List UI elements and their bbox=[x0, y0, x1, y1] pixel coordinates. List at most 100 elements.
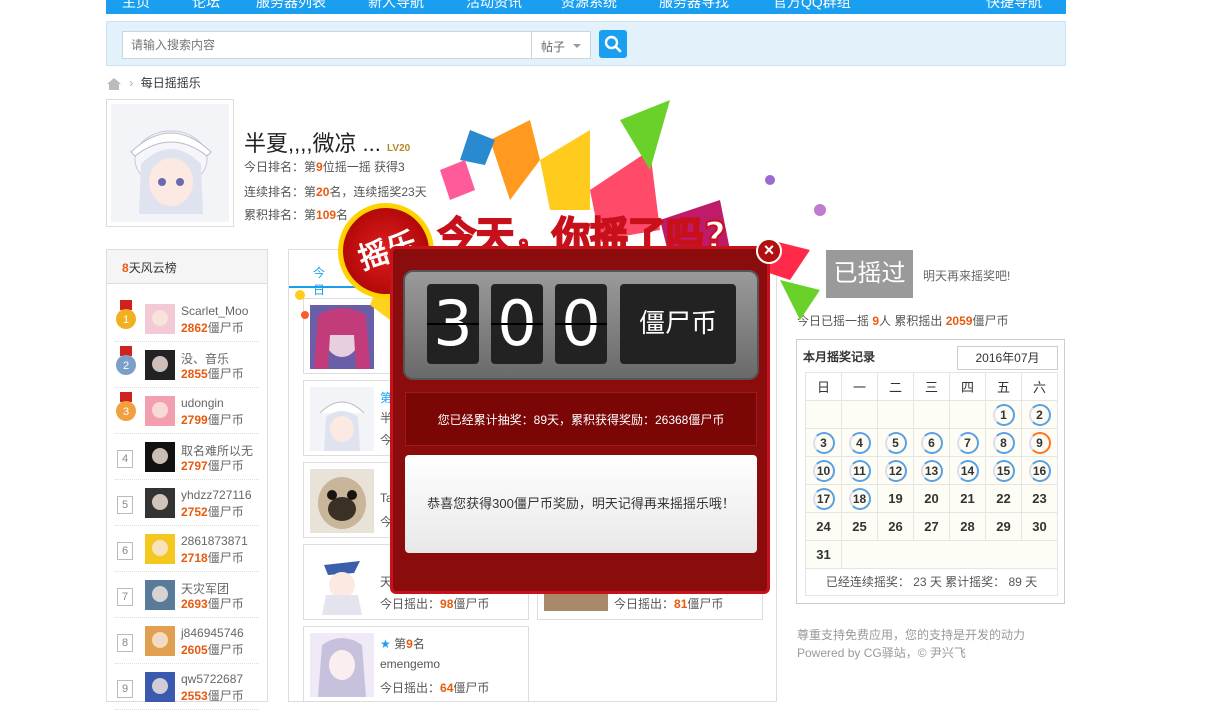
shaken-mark-icon: 5 bbox=[884, 431, 907, 454]
leaderboard-item[interactable]: 3 udongin 2799僵尸币 bbox=[107, 388, 267, 434]
calendar-day[interactable]: 12 bbox=[877, 456, 914, 485]
calendar-day[interactable]: 22 bbox=[985, 484, 1022, 513]
calendar-day[interactable]: 28 bbox=[949, 512, 986, 541]
home-icon[interactable] bbox=[106, 77, 122, 91]
today-stat: 今日已摇一摇 9人 累积摇出 2059僵尸币 bbox=[797, 314, 1009, 328]
rank-number: 5 bbox=[117, 496, 133, 514]
shaken-mark-icon: 15 bbox=[992, 459, 1015, 482]
leaderboard-item[interactable]: 5 yhdzz727116 2752僵尸币 bbox=[107, 480, 267, 526]
calendar-day[interactable]: 5 bbox=[877, 428, 914, 457]
calendar-day[interactable]: 11 bbox=[841, 456, 878, 485]
leaderboard-title: 8天风云榜 bbox=[107, 250, 267, 284]
leaderboard-item[interactable]: 6 2861873871 2718僵尸币 bbox=[107, 526, 267, 572]
rank-number: 3 bbox=[123, 406, 129, 418]
leaderboard-username: Scarlet_Moo bbox=[181, 304, 249, 318]
calendar-day[interactable]: 17 bbox=[805, 484, 842, 513]
close-button[interactable]: × bbox=[756, 238, 782, 264]
leaderboard-item[interactable]: 7 天灾军团 2693僵尸币 bbox=[107, 572, 267, 618]
nav-servers[interactable]: 服务器列表 bbox=[256, 0, 326, 12]
leaderboard-item[interactable]: 2 没、音乐 2855僵尸币 bbox=[107, 342, 267, 388]
calendar-day[interactable]: 4 bbox=[841, 428, 878, 457]
prize-digit: 0 bbox=[491, 284, 543, 364]
calendar-day[interactable]: 1 bbox=[985, 400, 1022, 429]
search-input[interactable] bbox=[122, 31, 532, 59]
leaderboard-item[interactable]: 4 取名难所以无 2797僵尸币 bbox=[107, 434, 267, 480]
prize-unit: 僵尸币 bbox=[620, 284, 736, 364]
calendar-day[interactable]: 18 bbox=[841, 484, 878, 513]
shaken-button[interactable]: 已摇过 bbox=[826, 250, 913, 298]
user-avatar bbox=[310, 387, 374, 451]
search-icon bbox=[604, 35, 622, 53]
shaken-mark-icon: 12 bbox=[884, 459, 907, 482]
medal-icon: 3 bbox=[116, 392, 136, 421]
shaken-mark-icon: 1 bbox=[992, 403, 1015, 426]
weekday-label: 日 bbox=[805, 372, 842, 401]
user-avatar bbox=[310, 305, 374, 369]
leaderboard-username: 2861873871 bbox=[181, 534, 248, 548]
leaderboard-item[interactable]: 1 Scarlet_Moo 2862僵尸币 bbox=[107, 296, 267, 342]
nav-resources[interactable]: 资源系统 bbox=[561, 0, 617, 12]
calendar-day[interactable]: 21 bbox=[949, 484, 986, 513]
calendar-day[interactable]: 16 bbox=[1021, 456, 1058, 485]
shaken-mark-icon: 13 bbox=[920, 459, 943, 482]
nav-events[interactable]: 活动资讯 bbox=[466, 0, 522, 12]
nav-home[interactable]: 主页 bbox=[122, 0, 150, 12]
top-nav: 主页 论坛 服务器列表 新人导航 活动资讯 资源系统 服务器寻找 官方QQ群组 … bbox=[106, 0, 1066, 14]
calendar-day[interactable]: 15 bbox=[985, 456, 1022, 485]
calendar-day[interactable]: 29 bbox=[985, 512, 1022, 541]
weekday-label: 三 bbox=[913, 372, 950, 401]
leaderboard-item[interactable]: 8 j846945746 2605僵尸币 bbox=[107, 618, 267, 664]
rank-number: 8 bbox=[117, 634, 133, 652]
leaderboard-item[interactable]: 9 qw5722687 2553僵尸币 bbox=[107, 664, 267, 710]
today-card[interactable]: ★ 第9名 emengemo 今日摇出：64僵尸币 bbox=[303, 626, 529, 702]
calendar-day[interactable]: 24 bbox=[805, 512, 842, 541]
rank-number: 9 bbox=[117, 680, 133, 698]
calendar-day[interactable]: 9 bbox=[1021, 428, 1058, 457]
shaken-mark-icon: 10 bbox=[812, 459, 835, 482]
prize-summary: 您已经累计抽奖：89天，累积获得奖励：26368僵尸币 bbox=[405, 392, 757, 446]
calendar-day[interactable]: 13 bbox=[913, 456, 950, 485]
today-rank-line: 今日排名：第9位摇一摇 获得3 bbox=[244, 160, 405, 174]
shaken-mark-icon: 17 bbox=[812, 487, 835, 510]
weekday-label: 五 bbox=[985, 372, 1022, 401]
nav-qq[interactable]: 官方QQ群组 bbox=[773, 0, 851, 12]
leaderboard-username: qw5722687 bbox=[181, 672, 244, 686]
nav-forum[interactable]: 论坛 bbox=[192, 0, 220, 12]
weekday-label: 二 bbox=[877, 372, 914, 401]
breadcrumb-separator: › bbox=[129, 76, 134, 90]
leaderboard-username: yhdzz727116 bbox=[181, 488, 252, 502]
shaken-mark-icon: 18 bbox=[848, 487, 871, 510]
calendar-day[interactable]: 23 bbox=[1021, 484, 1058, 513]
leaderboard-points: 2718僵尸币 bbox=[181, 551, 244, 565]
calendar-day[interactable]: 6 bbox=[913, 428, 950, 457]
calendar-day[interactable]: 26 bbox=[877, 512, 914, 541]
calendar-day[interactable]: 14 bbox=[949, 456, 986, 485]
calendar-day[interactable]: 10 bbox=[805, 456, 842, 485]
calendar-day[interactable]: 31 bbox=[805, 540, 842, 569]
calendar-day[interactable]: 7 bbox=[949, 428, 986, 457]
calendar-day[interactable]: 27 bbox=[913, 512, 950, 541]
nav-newbie[interactable]: 新人导航 bbox=[368, 0, 424, 12]
weekday-label: 四 bbox=[949, 372, 986, 401]
calendar-day[interactable]: 30 bbox=[1021, 512, 1058, 541]
search-button[interactable] bbox=[599, 30, 627, 58]
calendar-month: 2016年07月 bbox=[957, 346, 1058, 370]
calendar-day[interactable]: 19 bbox=[877, 484, 914, 513]
calendar-day[interactable]: 25 bbox=[841, 512, 878, 541]
total-rank-line: 累积排名：第109名 bbox=[244, 208, 349, 222]
breadcrumb: › 每日摇摇乐 bbox=[106, 74, 201, 92]
leaderboard-points: 2605僵尸币 bbox=[181, 643, 244, 657]
nav-find-server[interactable]: 服务器寻找 bbox=[659, 0, 729, 12]
search-type-select[interactable]: 帖子 bbox=[531, 31, 591, 59]
nav-quick[interactable]: 快捷导航 bbox=[986, 0, 1042, 12]
tomorrow-text: 明天再来摇奖吧! bbox=[923, 269, 1011, 283]
calendar-day[interactable]: 2 bbox=[1021, 400, 1058, 429]
breadcrumb-current[interactable]: 每日摇摇乐 bbox=[141, 76, 201, 90]
leaderboard-points: 2553僵尸币 bbox=[181, 689, 244, 703]
user-avatar bbox=[145, 304, 175, 334]
leaderboard-username: j846945746 bbox=[181, 626, 244, 640]
calendar-day[interactable]: 3 bbox=[805, 428, 842, 457]
calendar-day[interactable]: 20 bbox=[913, 484, 950, 513]
support-text: 尊重支持免费应用，您的支持是开发的动力 Powered by CG驿站，© 尹兴… bbox=[797, 626, 1025, 662]
calendar-day[interactable]: 8 bbox=[985, 428, 1022, 457]
